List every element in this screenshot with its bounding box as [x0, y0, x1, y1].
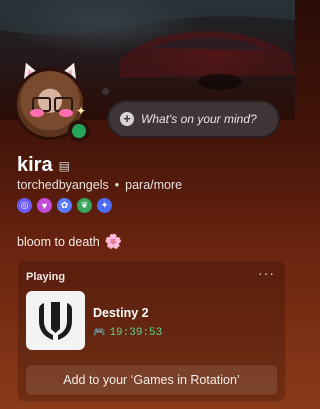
badge-list: ◎ ▼ ✿ ❦ ✦ — [17, 198, 112, 213]
hypesquad-badge-icon[interactable]: ✿ — [57, 198, 72, 213]
meta-separator: • — [114, 178, 120, 192]
elapsed-time: 🎮 19:39:53 — [93, 327, 162, 339]
whats-on-your-mind-button[interactable]: + What's on your mind? — [109, 102, 278, 136]
activity-header: Playing — [26, 271, 66, 283]
sparkle-icon: ✦ — [76, 104, 87, 118]
plus-circle-icon: + — [120, 112, 134, 126]
nitro-badge-icon[interactable]: ◎ — [17, 198, 32, 213]
add-to-games-in-rotation-button[interactable]: Add to your ‘Games in Rotation’ — [26, 365, 277, 395]
quest-badge-icon[interactable]: ✦ — [97, 198, 112, 213]
bio: bloom to death 🌸 — [17, 233, 122, 250]
thought-bubble-dot — [102, 88, 109, 95]
display-name: kira — [17, 154, 53, 176]
bio-text: bloom to death — [17, 234, 100, 249]
composer-placeholder: What's on your mind? — [141, 112, 257, 126]
gamepad-icon: 🎮 — [93, 328, 106, 339]
username: torchedbyangels — [17, 178, 109, 192]
leaf-badge-icon[interactable]: ❦ — [77, 198, 92, 213]
note-icon[interactable]: ▤ — [59, 159, 70, 173]
gem-badge-icon[interactable]: ▼ — [37, 198, 52, 213]
elapsed-time-value: 19:39:53 — [109, 327, 163, 339]
online-status-indicator — [68, 120, 90, 142]
profile-meta: torchedbyangels • para/more — [17, 178, 182, 192]
cherry-blossom-icon: 🌸 — [104, 233, 123, 249]
profile-name-row: kira ▤ — [17, 154, 70, 177]
activity-card: Playing ··· Destiny 2 🎮 19:39:53 Add to … — [17, 260, 286, 402]
pronouns: para/more — [125, 178, 183, 192]
more-options-button[interactable]: ··· — [258, 265, 275, 281]
destiny-game-icon — [26, 291, 85, 350]
game-title: Destiny 2 — [93, 306, 149, 320]
